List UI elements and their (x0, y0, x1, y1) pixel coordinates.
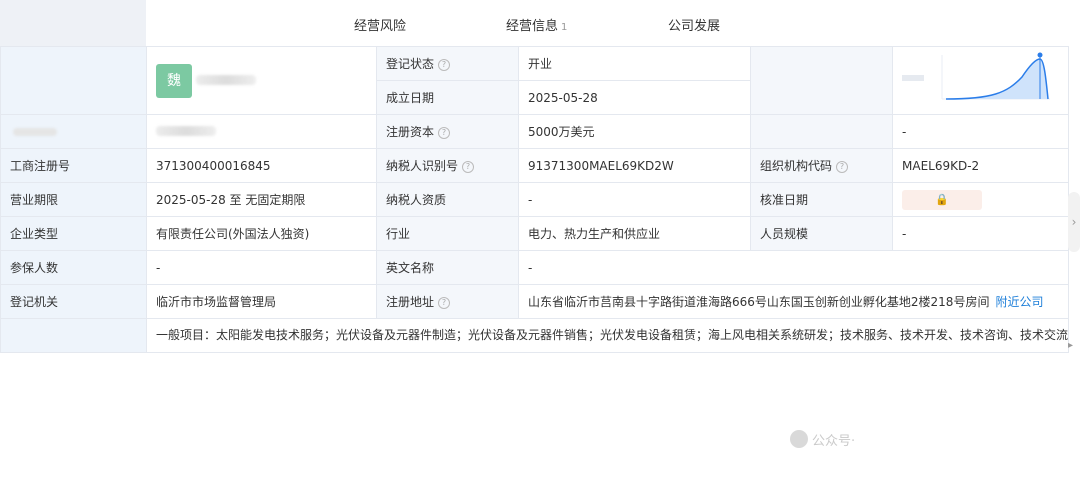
help-icon[interactable]: ? (438, 59, 451, 71)
reg-authority-label: 登记机关 (0, 284, 147, 319)
found-date-value: 2025-05-28 (518, 80, 751, 115)
distribution-chart-icon (902, 52, 1050, 100)
biz-reg-no-label: 工商注册号 (0, 148, 147, 183)
scroll-indicator-icon: ▸ (1068, 340, 1074, 351)
taxpayer-qual-value: - (518, 182, 751, 217)
biz-term-value: 2025-05-28 至 无固定期限 (146, 182, 377, 217)
blurred-text (195, 74, 256, 85)
help-icon[interactable]: ? (438, 127, 451, 139)
org-code-label: 组织机构代码? (750, 148, 893, 183)
taxpayer-id-value: 91371300MAEL69KD2W (518, 148, 751, 183)
reg-address-value: 山东省临沂市莒南县十字路街道淮海路666号山东国玉创新创业孵化基地2楼218号房… (518, 284, 1069, 319)
biz-reg-no-value: 371300400016845 (146, 148, 377, 183)
seal-area: 魏 (146, 46, 377, 115)
tab-count-badge: 1 (561, 22, 568, 33)
insured-label: 参保人数 (0, 250, 147, 285)
distribution-chart-cell (892, 46, 1069, 115)
chart-label-cell (750, 46, 893, 115)
chart-marker-dot (1037, 52, 1043, 58)
tab-bar: 经营风险 经营信息 1 公司发展 (0, 0, 1080, 46)
scroll-right-button[interactable]: › (1068, 192, 1080, 252)
staff-size-label: 人员规模 (750, 216, 893, 251)
seal-cell (0, 46, 147, 115)
blurred-value (156, 125, 216, 136)
reg-status-value: 开业 (518, 46, 751, 81)
approval-date-label: 核准日期 (750, 182, 893, 217)
reg-capital-value: 5000万美元 (518, 114, 751, 149)
reg-status-label: 登记状态? (376, 46, 519, 81)
wechat-icon (790, 430, 808, 448)
en-name-value: - (518, 250, 1069, 285)
blurred-label-cell (0, 114, 147, 149)
taxpayer-qual-label: 纳税人资质 (376, 182, 519, 217)
business-scope-text: 一般项目：太阳能发电技术服务；光伏设备及元器件制造；光伏设备及元器件销售；光伏发… (146, 318, 1069, 353)
vip-lock-button[interactable]: 🔒 (902, 189, 982, 210)
help-icon[interactable]: ? (836, 161, 849, 173)
industry-label: 行业 (376, 216, 519, 251)
tab-company-development[interactable]: 公司发展 (668, 15, 720, 34)
scope-label-cell (0, 318, 147, 353)
reg-capital-right-value: - (892, 114, 1069, 149)
business-info-table: 魏 登记状态? 开业 成立日期 2025-05-28 注册资本? 5000万美元 (0, 46, 1069, 353)
reg-authority-value: 临沂市市场监督管理局 (146, 284, 377, 319)
ent-type-value: 有限责任公司(外国法人独资) (146, 216, 377, 251)
found-date-label: 成立日期 (376, 80, 519, 115)
taxpayer-id-label: 纳税人识别号? (376, 148, 519, 183)
reg-capital-label: 注册资本? (376, 114, 519, 149)
staff-size-value: - (892, 216, 1069, 251)
company-seal-icon: 魏 (156, 63, 192, 98)
help-icon[interactable]: ? (462, 161, 475, 173)
chart-blur-label (902, 75, 924, 81)
tab-business-info[interactable]: 经营信息 1 (506, 15, 567, 34)
tab-bar-spacer (0, 0, 146, 46)
reg-address-label: 注册地址? (376, 284, 519, 319)
blurred-label (13, 127, 57, 136)
tab-business-risk[interactable]: 经营风险 (354, 15, 406, 34)
industry-value: 电力、热力生产和供应业 (518, 216, 751, 251)
blurred-value-cell (146, 114, 377, 149)
biz-term-label: 营业期限 (0, 182, 147, 217)
watermark: 公众号· (790, 430, 855, 449)
nearby-companies-link[interactable]: 附近公司 (995, 295, 1043, 309)
approval-date-value: 🔒 (892, 182, 1069, 217)
org-code-value: MAEL69KD-2 (892, 148, 1069, 183)
empty-label-cell (750, 114, 893, 149)
help-icon[interactable]: ? (438, 297, 451, 309)
en-name-label: 英文名称 (376, 250, 519, 285)
insured-value: - (146, 250, 377, 285)
ent-type-label: 企业类型 (0, 216, 147, 251)
lock-icon: 🔒 (935, 192, 949, 206)
